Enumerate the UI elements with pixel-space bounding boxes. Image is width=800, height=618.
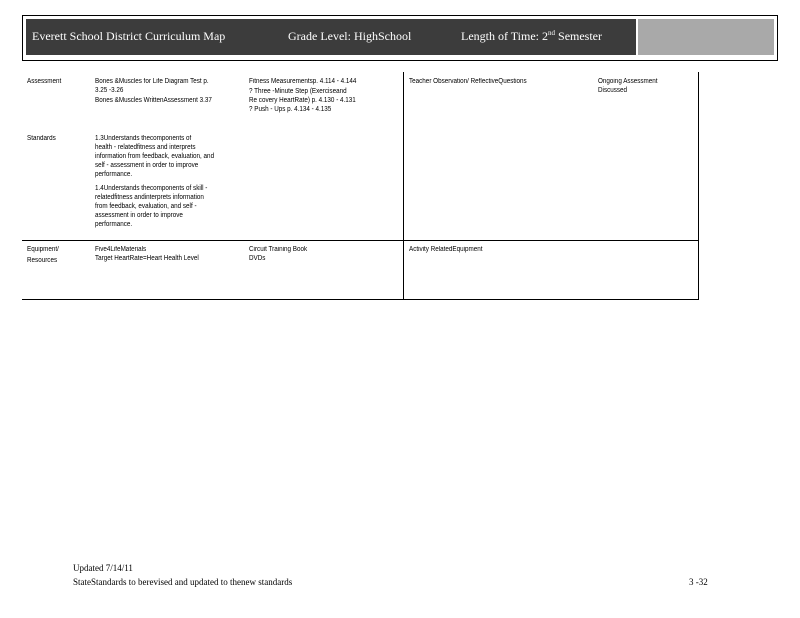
length-of-time: Length of Time: 2nd Semester [461, 29, 603, 43]
header-title-bar: Everett School District Curriculum Map G… [26, 19, 636, 55]
assessment-label: Assessment [27, 78, 62, 85]
bottom-border [22, 299, 699, 300]
footer-note: StateStandards to berevised and updated … [73, 577, 293, 587]
page-number: 3 -32 [689, 577, 708, 587]
standards-label: Standards [27, 135, 56, 142]
district-title: Everett School District Curriculum Map [32, 29, 226, 43]
grade-level: Grade Level: HighSchool [288, 29, 412, 43]
header-banner: Everett School District Curriculum Map G… [22, 15, 778, 61]
column-divider [403, 72, 404, 300]
equipment-label: Equipment/ Resources [27, 246, 59, 264]
right-border [698, 72, 699, 300]
footer-updated: Updated 7/14/11 [73, 563, 133, 573]
curriculum-table: Assessment Bones &Muscles for Life Diagr… [22, 72, 699, 300]
assessment-col2: Fitness Measurementsp. 4.114 - 4.144 ? T… [249, 78, 357, 113]
assessment-col3: Teacher Observation/ ReflectiveQuestions [409, 78, 527, 85]
assessment-col1: Bones &Muscles for Life Diagram Test p. … [95, 78, 212, 104]
row-divider [22, 240, 699, 241]
standards-col1: 1.3Understands thecomponents of health -… [95, 135, 215, 228]
header-grey-block [638, 19, 774, 55]
equipment-col2: Circuit Training Book DVDs [249, 246, 308, 262]
assessment-col4: Ongoing Assessment Discussed [598, 78, 658, 94]
equipment-col3: Activity RelatedEquipment [409, 246, 483, 253]
equipment-col1: Five4LifeMaterials Target HeartRate=Hear… [95, 246, 199, 262]
